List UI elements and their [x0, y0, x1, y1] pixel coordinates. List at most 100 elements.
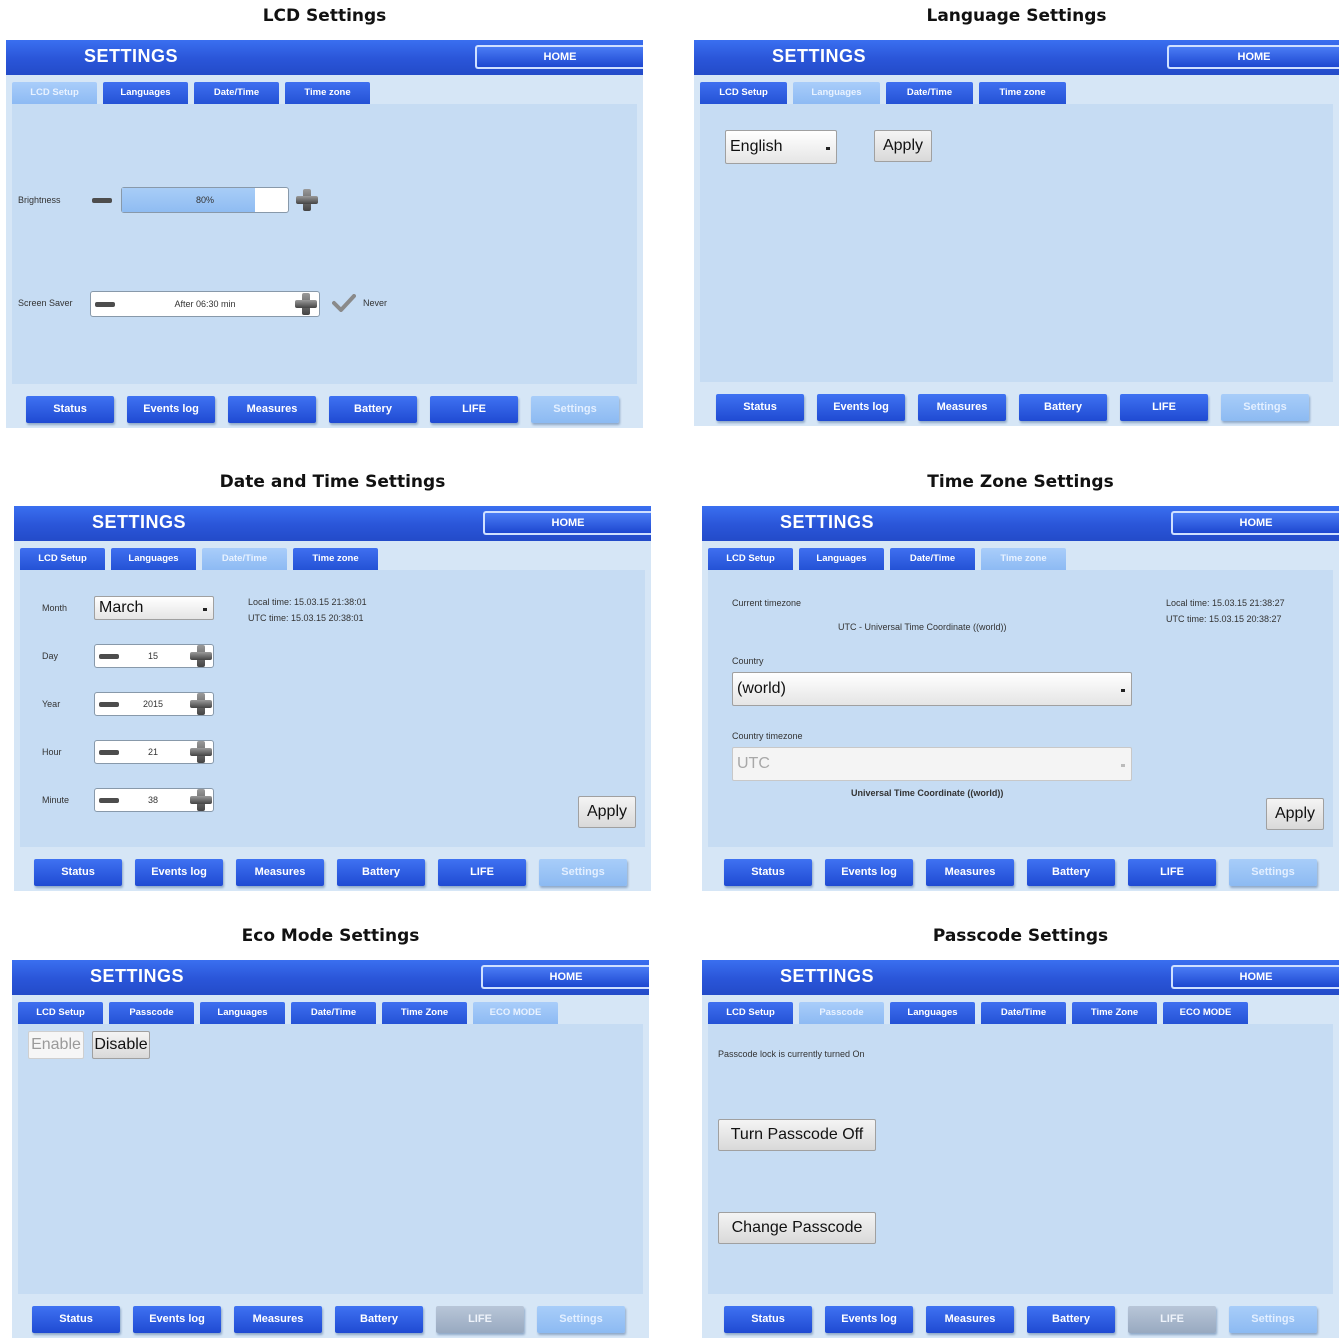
language-select[interactable]: English — [725, 130, 837, 164]
bottom-nav: Status Events log Measures Battery LIFE … — [14, 847, 651, 891]
tab-languages[interactable]: Languages — [200, 1002, 285, 1024]
apply-button[interactable]: Apply — [1266, 798, 1324, 830]
increase-minute-icon[interactable] — [190, 789, 212, 811]
increase-year-icon[interactable] — [190, 693, 212, 715]
increase-brightness-icon[interactable] — [296, 189, 318, 211]
home-button[interactable]: HOME — [1171, 511, 1339, 535]
nav-status-button[interactable]: Status — [34, 859, 122, 886]
tab-languages[interactable]: Languages — [793, 82, 880, 104]
never-label[interactable]: Never — [363, 298, 387, 308]
nav-life-button[interactable]: LIFE — [438, 859, 526, 886]
nav-settings-button[interactable]: Settings — [531, 396, 619, 423]
nav-battery-button[interactable]: Battery — [329, 396, 417, 423]
tab-time-zone[interactable]: Time zone — [981, 548, 1066, 570]
home-button[interactable]: HOME — [1167, 45, 1339, 69]
nav-settings-button[interactable]: Settings — [539, 859, 627, 886]
increase-screen-saver-icon[interactable] — [295, 293, 317, 315]
decrease-brightness-icon[interactable] — [92, 198, 112, 203]
country-timezone-select[interactable]: UTC — [732, 747, 1132, 781]
nav-measures-button[interactable]: Measures — [234, 1306, 322, 1333]
decrease-year-icon[interactable] — [99, 702, 119, 707]
tab-lcd-setup[interactable]: LCD Setup — [20, 548, 105, 570]
increase-hour-icon[interactable] — [190, 741, 212, 763]
nav-battery-button[interactable]: Battery — [1019, 394, 1107, 421]
decrease-minute-icon[interactable] — [99, 798, 119, 803]
turn-passcode-off-button[interactable]: Turn Passcode Off — [718, 1119, 876, 1151]
content-area: Brightness 80% Screen Saver After 06:30 … — [12, 104, 637, 384]
tab-lcd-setup[interactable]: LCD Setup — [708, 1002, 793, 1024]
tab-time-zone[interactable]: Time Zone — [1072, 1002, 1157, 1024]
nav-settings-button[interactable]: Settings — [537, 1306, 625, 1333]
tab-languages[interactable]: Languages — [103, 82, 188, 104]
nav-events-log-button[interactable]: Events log — [133, 1306, 221, 1333]
tab-lcd-setup[interactable]: LCD Setup — [18, 1002, 103, 1024]
change-passcode-button[interactable]: Change Passcode — [718, 1212, 876, 1244]
tab-date-time[interactable]: Date/Time — [890, 548, 975, 570]
apply-button[interactable]: Apply — [578, 796, 636, 828]
month-select[interactable]: March — [94, 596, 214, 620]
nav-status-button[interactable]: Status — [716, 394, 804, 421]
nav-measures-button[interactable]: Measures — [228, 396, 316, 423]
tab-date-time[interactable]: Date/Time — [981, 1002, 1066, 1024]
nav-status-button[interactable]: Status — [32, 1306, 120, 1333]
nav-measures-button[interactable]: Measures — [926, 1306, 1014, 1333]
tab-languages[interactable]: Languages — [799, 548, 884, 570]
nav-life-button[interactable]: LIFE — [1128, 859, 1216, 886]
tab-time-zone[interactable]: Time zone — [979, 82, 1066, 104]
nav-life-button[interactable]: LIFE — [430, 396, 518, 423]
nav-status-button[interactable]: Status — [724, 859, 812, 886]
nav-settings-button[interactable]: Settings — [1229, 1306, 1317, 1333]
nav-measures-button[interactable]: Measures — [918, 394, 1006, 421]
cell-caption: Language Settings — [926, 6, 1107, 26]
nav-settings-button[interactable]: Settings — [1221, 394, 1309, 421]
tab-eco-mode[interactable]: ECO MODE — [1163, 1002, 1248, 1024]
home-button[interactable]: HOME — [1171, 965, 1339, 989]
decrease-day-icon[interactable] — [99, 654, 119, 659]
tab-date-time[interactable]: Date/Time — [291, 1002, 376, 1024]
nav-battery-button[interactable]: Battery — [1027, 859, 1115, 886]
tab-lcd-setup[interactable]: LCD Setup — [700, 82, 787, 104]
enable-button[interactable]: Enable — [28, 1031, 84, 1059]
nav-life-button[interactable]: LIFE — [1120, 394, 1208, 421]
home-button[interactable]: HOME — [481, 965, 649, 989]
tab-languages[interactable]: Languages — [890, 1002, 975, 1024]
nav-events-log-button[interactable]: Events log — [825, 859, 913, 886]
nav-battery-button[interactable]: Battery — [1027, 1306, 1115, 1333]
nav-measures-button[interactable]: Measures — [236, 859, 324, 886]
nav-status-button[interactable]: Status — [26, 396, 114, 423]
home-button[interactable]: HOME — [483, 511, 651, 535]
tab-passcode[interactable]: Passcode — [109, 1002, 194, 1024]
nav-battery-button[interactable]: Battery — [337, 859, 425, 886]
nav-measures-button[interactable]: Measures — [926, 859, 1014, 886]
brightness-label: Brightness — [18, 195, 61, 205]
decrease-screen-saver-icon[interactable] — [95, 302, 115, 307]
never-checkmark-icon[interactable] — [332, 294, 356, 312]
decrease-hour-icon[interactable] — [99, 750, 119, 755]
tab-date-time[interactable]: Date/Time — [194, 82, 279, 104]
nav-battery-button[interactable]: Battery — [335, 1306, 423, 1333]
nav-status-button[interactable]: Status — [724, 1306, 812, 1333]
brightness-value: 80% — [195, 195, 214, 205]
page-title: SETTINGS — [780, 966, 875, 986]
country-select[interactable]: (world) — [732, 672, 1132, 706]
nav-events-log-button[interactable]: Events log — [817, 394, 905, 421]
tab-date-time[interactable]: Date/Time — [886, 82, 973, 104]
home-button[interactable]: HOME — [475, 45, 643, 69]
disable-button[interactable]: Disable — [92, 1031, 150, 1059]
country-label: Country — [732, 656, 764, 666]
nav-events-log-button[interactable]: Events log — [825, 1306, 913, 1333]
increase-day-icon[interactable] — [190, 645, 212, 667]
tab-languages[interactable]: Languages — [111, 548, 196, 570]
nav-events-log-button[interactable]: Events log — [127, 396, 215, 423]
nav-events-log-button[interactable]: Events log — [135, 859, 223, 886]
apply-button[interactable]: Apply — [874, 130, 932, 162]
tab-lcd-setup[interactable]: LCD Setup — [12, 82, 97, 104]
tab-time-zone[interactable]: Time zone — [293, 548, 378, 570]
tab-time-zone[interactable]: Time Zone — [382, 1002, 467, 1024]
tab-time-zone[interactable]: Time zone — [285, 82, 370, 104]
tab-date-time[interactable]: Date/Time — [202, 548, 287, 570]
nav-settings-button[interactable]: Settings — [1229, 859, 1317, 886]
tab-lcd-setup[interactable]: LCD Setup — [708, 548, 793, 570]
tab-passcode[interactable]: Passcode — [799, 1002, 884, 1024]
tab-eco-mode[interactable]: ECO MODE — [473, 1002, 558, 1024]
